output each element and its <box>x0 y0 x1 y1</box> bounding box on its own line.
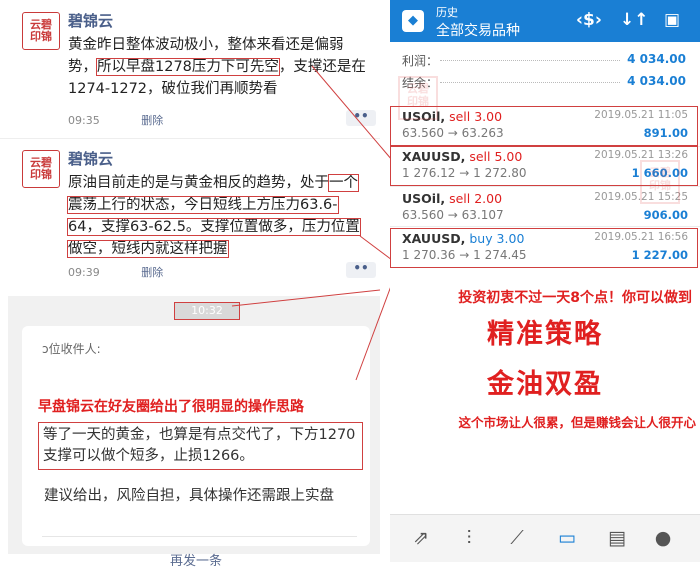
trade-prices: 63.560 → 63.263 <box>402 126 504 140</box>
resend-button[interactable]: 再发一条 <box>22 550 370 569</box>
trade-symbol: USOil, sell 2.00 <box>402 191 503 206</box>
leader-dots <box>440 82 620 83</box>
trading-app: ◆ 历史 全部交易品种 ‹$› ↓↑ ▣ 利润： 4 034.00 结余： 4 … <box>390 0 700 562</box>
post-author[interactable]: 碧锦云 <box>68 10 113 31</box>
watermark-stamp: 云碧 印锦 <box>398 76 438 120</box>
post-content: 原油目前走的是与黄金相反的趋势，处于一个震荡上行的状态，今日短线上方压力63.6… <box>67 172 368 260</box>
promo-line-1: 投资初衷不过一天8个点！你可以做到 <box>458 290 692 306</box>
calendar-icon[interactable]: ▣ <box>664 10 680 30</box>
trade-side: sell 3.00 <box>445 109 503 124</box>
trade-row[interactable]: XAUUSD, buy 3.00 1 270.36 → 1 274.45 201… <box>390 228 700 268</box>
annotation-banner: 早盘锦云在好友圈给出了很明显的操作思路 <box>38 396 304 416</box>
message-card: ↄ位收件人: 早盘锦云在好友圈给出了很明显的操作思路 等了一天的黄金，也算是有点… <box>22 326 370 569</box>
header-title[interactable]: 全部交易品种 <box>436 20 520 40</box>
more-button[interactable]: •• <box>346 262 376 278</box>
delete-link[interactable]: 删除 <box>141 266 163 279</box>
trade-side: sell 5.00 <box>465 149 523 164</box>
summary-profit: 利润： 4 034.00 <box>390 52 700 74</box>
post-author[interactable]: 碧锦云 <box>68 148 113 169</box>
summary-value: 4 034.00 <box>627 52 686 66</box>
summary-value: 4 034.00 <box>627 74 686 88</box>
avatar[interactable]: 云碧印锦 <box>22 150 60 188</box>
leader-dots <box>440 60 620 61</box>
trade-profit: 906.00 <box>643 208 688 222</box>
trade-prices: 1 270.36 → 1 274.45 <box>402 248 527 262</box>
trade-profit: 1 227.00 <box>631 248 688 262</box>
recipients-label[interactable]: ↄ位收件人: <box>42 340 101 357</box>
sort-currency-icon[interactable]: ‹$› <box>576 10 602 30</box>
post-text-a: 原油目前走的是与黄金相反的趋势，处于 <box>68 175 329 191</box>
header-subtitle: 历史 <box>436 6 458 19</box>
trade-date: 2019.05.21 11:05 <box>594 109 688 121</box>
bottom-nav: ⇗ ⫶ ⟋ ▭ ▤ ● <box>390 514 700 562</box>
post-meta: 09:39 删除 <box>68 264 163 280</box>
trade-symbol: XAUUSD, buy 3.00 <box>402 231 525 246</box>
chart-icon[interactable]: ⟋ <box>504 525 530 551</box>
quotes-icon[interactable]: ⫶ <box>456 525 482 551</box>
trade-profit: 891.00 <box>643 126 688 140</box>
history-icon[interactable]: ▭ <box>554 525 580 551</box>
trade-side: sell 2.00 <box>445 191 503 206</box>
trade-date: 2019.05.21 16:56 <box>594 231 688 243</box>
app-logo-icon[interactable]: ◆ <box>402 10 424 32</box>
delete-link[interactable]: 删除 <box>141 114 163 127</box>
divider <box>0 138 380 139</box>
promo-headline-1: 精准策略 <box>487 319 603 350</box>
avatar[interactable]: 云碧印锦 <box>22 12 60 50</box>
promo-line-3: 这个市场让人很累，但是赚钱会让人很开心 <box>458 415 696 430</box>
post-time: 09:39 <box>68 266 100 279</box>
watermark-stamp: 云碧 印锦 <box>640 160 680 204</box>
post-2: 云碧印锦 碧锦云 原油目前走的是与黄金相反的趋势，处于一个震荡上行的状态，今日短… <box>20 148 376 288</box>
post-time: 09:35 <box>68 114 100 127</box>
trade-prices: 1 276.12 → 1 272.80 <box>402 166 527 180</box>
sort-arrows-icon[interactable]: ↓↑ <box>620 10 649 30</box>
news-icon[interactable]: ▤ <box>604 525 630 551</box>
summary-label: 利润： <box>402 54 439 68</box>
trade-prices: 63.560 → 63.107 <box>402 208 504 222</box>
app-header: ◆ 历史 全部交易品种 ‹$› ↓↑ ▣ <box>390 0 700 42</box>
promo-headline-2: 金油双盈 <box>487 369 603 400</box>
trade-side: buy 3.00 <box>465 231 525 246</box>
divider <box>390 226 700 227</box>
post-1: 云碧印锦 碧锦云 黄金昨日整体波动极小，整体来看还是偏弱势，所以早盘1278压力… <box>20 10 376 130</box>
more-button[interactable]: •• <box>346 110 376 126</box>
message-body-highlight: 等了一天的黄金，也算是有点交代了，下方1270支撑可以做个短多，止损1266。 <box>38 422 363 470</box>
post-highlight: 所以早盘1278压力下可先空 <box>96 58 280 76</box>
post-content: 黄金昨日整体波动极小，整体来看还是偏弱势，所以早盘1278压力下可先空，支撑还是… <box>68 34 368 100</box>
message-time: 10:32 <box>174 302 240 320</box>
message-body: 建议给出，风险自担，具体操作还需跟上实盘 <box>44 488 334 504</box>
post-meta: 09:35 删除 <box>68 112 163 128</box>
trade-symbol: XAUUSD, sell 5.00 <box>402 149 523 164</box>
chat-icon[interactable]: ● <box>650 525 676 551</box>
divider <box>42 536 357 537</box>
trade-icon[interactable]: ⇗ <box>408 525 434 551</box>
message-panel: 10:32 ↄ位收件人: 早盘锦云在好友圈给出了很明显的操作思路 等了一天的黄金… <box>8 296 380 569</box>
